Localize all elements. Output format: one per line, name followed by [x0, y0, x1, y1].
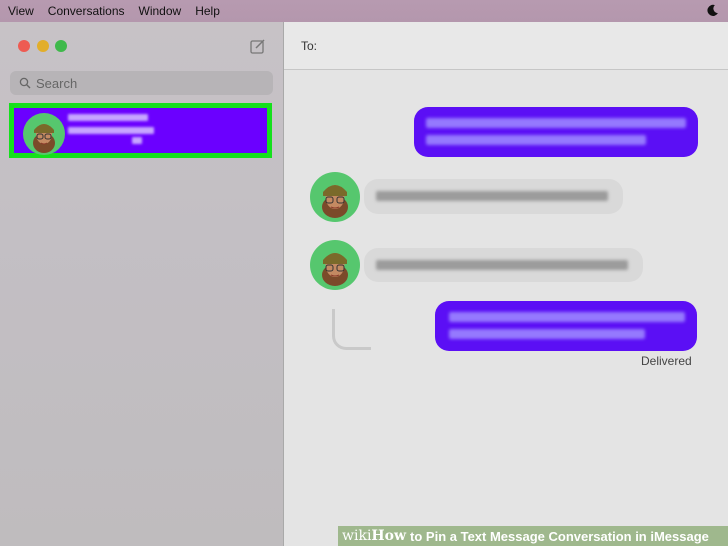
- message-bubble-outgoing[interactable]: [414, 107, 698, 157]
- menu-conversations[interactable]: Conversations: [48, 4, 125, 18]
- watermark-title: to Pin a Text Message Conversation in iM…: [410, 528, 709, 544]
- maximize-window-button[interactable]: [55, 40, 67, 52]
- watermark-how: How: [371, 528, 407, 544]
- conversation-name-redacted: [68, 114, 148, 121]
- menu-bar: View Conversations Window Help: [0, 0, 728, 22]
- conversation-pane: To: Delivered: [284, 22, 728, 546]
- watermark-wiki: wiki: [342, 528, 372, 544]
- message-text-redacted: [426, 118, 686, 128]
- close-window-button[interactable]: [18, 40, 30, 52]
- moon-icon[interactable]: [706, 4, 719, 17]
- menu-help[interactable]: Help: [195, 4, 220, 18]
- search-field[interactable]: [10, 71, 273, 95]
- reply-thread-line: [332, 309, 371, 350]
- conversation-preview-redacted: [132, 137, 142, 144]
- sidebar: [0, 22, 284, 546]
- conversation-item-selected[interactable]: [9, 103, 272, 158]
- message-text-redacted: [449, 329, 645, 339]
- delivery-status: Delivered: [641, 354, 692, 368]
- search-icon: [19, 77, 31, 89]
- search-input[interactable]: [36, 75, 256, 91]
- avatar-icon: [310, 172, 360, 222]
- message-bubble-outgoing[interactable]: [435, 301, 697, 351]
- message-text-redacted: [376, 191, 608, 201]
- conversation-preview-redacted: [68, 127, 154, 134]
- recipient-bar[interactable]: To:: [284, 22, 728, 70]
- avatar-icon: [310, 240, 360, 290]
- menu-view[interactable]: View: [8, 4, 34, 18]
- message-text-redacted: [449, 312, 685, 322]
- message-text-redacted: [426, 135, 646, 145]
- message-bubble-incoming[interactable]: [364, 179, 623, 214]
- menu-window[interactable]: Window: [139, 4, 182, 18]
- to-label: To:: [301, 39, 318, 53]
- message-text-redacted: [376, 260, 628, 270]
- wikihow-watermark: wiki How to Pin a Text Message Conversat…: [338, 526, 728, 546]
- message-bubble-incoming[interactable]: [364, 248, 643, 282]
- compose-icon[interactable]: [250, 38, 266, 54]
- avatar-icon: [23, 113, 65, 155]
- minimize-window-button[interactable]: [37, 40, 49, 52]
